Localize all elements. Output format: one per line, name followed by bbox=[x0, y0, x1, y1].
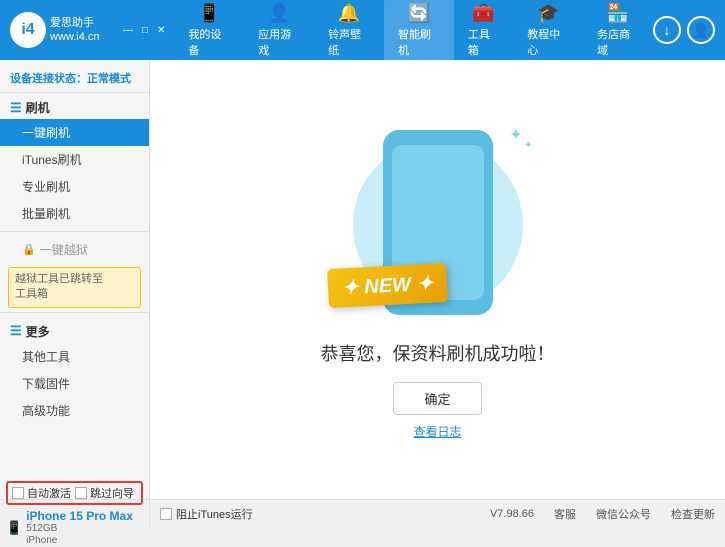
smart-flash-icon: 🔄 bbox=[408, 3, 430, 24]
auto-activate-option[interactable]: 自动激活 bbox=[12, 485, 71, 501]
close-button[interactable]: ✕ bbox=[154, 25, 168, 36]
status-value: 正常模式 bbox=[87, 73, 131, 85]
sidebar-item-one-click[interactable]: 一键刷机 bbox=[0, 119, 149, 146]
divider-1 bbox=[0, 231, 149, 232]
activate-options-box: 自动激活 跳过向导 bbox=[6, 481, 143, 505]
sidebar-item-download-fw[interactable]: 下载固件 bbox=[0, 370, 149, 397]
minimize-button[interactable]: — bbox=[120, 25, 136, 36]
no-itunes-checkbox[interactable] bbox=[160, 508, 172, 520]
sidebar-section-flash: ☰ 刷机 bbox=[0, 93, 149, 119]
more-section-icon: ☰ bbox=[10, 323, 22, 339]
download-button[interactable]: ↓ bbox=[653, 16, 681, 44]
nav-my-device-label: 我的设备 bbox=[188, 26, 230, 58]
more-section-label: 更多 bbox=[26, 323, 50, 340]
sidebar-item-itunes[interactable]: iTunes刷机 bbox=[0, 146, 149, 173]
log-link[interactable]: 查看日志 bbox=[413, 423, 461, 440]
nav-ringtone-label: 铃声壁纸 bbox=[328, 26, 370, 58]
sidebar-item-advanced[interactable]: 高级功能 bbox=[0, 397, 149, 424]
guide-activate-label: 跳过向导 bbox=[90, 485, 134, 501]
maximize-button[interactable]: □ bbox=[139, 25, 151, 36]
nav-apps-games-label: 应用游戏 bbox=[258, 26, 300, 58]
sparkle-small-icon: ✦ bbox=[524, 140, 532, 151]
advanced-label: 高级功能 bbox=[22, 404, 70, 418]
toolbox-icon: 🧰 bbox=[472, 3, 494, 24]
nav-toolbox[interactable]: 🧰 工具箱 bbox=[454, 0, 513, 64]
sidebar-item-jailbreak: 🔒 一键越狱 bbox=[0, 236, 149, 263]
lock-icon: 🔒 bbox=[22, 243, 36, 256]
bottom-right-section: 阻止iTunes运行 V7.98.66 客服 微信公众号 检查更新 bbox=[150, 506, 725, 522]
sidebar-item-pro-flash[interactable]: 专业刷机 bbox=[0, 173, 149, 200]
device-phone-icon: 📱 bbox=[6, 520, 22, 536]
guide-activate-checkbox[interactable] bbox=[75, 487, 87, 499]
nav-apps-games[interactable]: 👤 应用游戏 bbox=[244, 0, 314, 64]
main-layout: 设备连接状态：正常模式 ☰ 刷机 一键刷机 iTunes刷机 专业刷机 批量刷机… bbox=[0, 60, 725, 499]
logo-sub: www.i4.cn bbox=[50, 30, 100, 44]
logo-char: i4 bbox=[21, 21, 34, 39]
device-info: iPhone 15 Pro Max 512GB iPhone bbox=[26, 509, 133, 547]
my-device-icon: 📱 bbox=[198, 3, 220, 24]
logo-name: 爱思助手 bbox=[50, 16, 100, 30]
new-badge: ✦ NEW ✦ bbox=[327, 262, 448, 307]
nav-smart-flash-label: 智能刷机 bbox=[398, 26, 440, 58]
status-label: 设备连接状态： bbox=[10, 73, 87, 85]
version-text: V7.98.66 bbox=[490, 508, 534, 520]
one-click-label: 一键刷机 bbox=[22, 126, 70, 140]
wechat-link[interactable]: 微信公众号 bbox=[596, 506, 651, 522]
header: i4 爱思助手 www.i4.cn — □ ✕ 📱 我的设备 👤 应用游戏 🔔 … bbox=[0, 0, 725, 60]
nav-tutorial[interactable]: 🎓 教程中心 bbox=[513, 0, 583, 64]
flash-section-label: 刷机 bbox=[26, 99, 50, 116]
logo-area: i4 爱思助手 www.i4.cn bbox=[10, 12, 120, 48]
nav-toolbox-label: 工具箱 bbox=[468, 26, 499, 58]
device-name: iPhone 15 Pro Max bbox=[26, 509, 133, 523]
no-itunes-label: 阻止iTunes运行 bbox=[176, 506, 253, 522]
other-tools-label: 其他工具 bbox=[22, 350, 70, 364]
auto-activate-label: 自动激活 bbox=[27, 485, 71, 501]
phone-illustration: ✦ ✦ ✦ NEW ✦ bbox=[328, 120, 548, 330]
guide-activate-option[interactable]: 跳过向导 bbox=[75, 485, 134, 501]
confirm-button[interactable]: 确定 bbox=[393, 382, 481, 415]
tutorial-icon: 🎓 bbox=[537, 3, 559, 24]
notice-box: 越狱工具已跳转至工具箱 bbox=[8, 267, 141, 308]
sidebar-status: 设备连接状态：正常模式 bbox=[0, 64, 149, 93]
apps-games-icon: 👤 bbox=[268, 3, 290, 24]
nav-service-label: 务店商域 bbox=[597, 26, 639, 58]
divider-2 bbox=[0, 312, 149, 313]
no-itunes-option[interactable]: 阻止iTunes运行 bbox=[160, 506, 253, 522]
check-update-link[interactable]: 检查更新 bbox=[671, 506, 715, 522]
sidebar-item-other-tools[interactable]: 其他工具 bbox=[0, 343, 149, 370]
success-text: 恭喜您，保资料刷机成功啦！ bbox=[321, 340, 555, 366]
user-button[interactable]: 👤 bbox=[687, 16, 715, 44]
window-controls: — □ ✕ bbox=[120, 25, 168, 36]
nav-my-device[interactable]: 📱 我的设备 bbox=[174, 0, 244, 64]
nav-bar: 📱 我的设备 👤 应用游戏 🔔 铃声壁纸 🔄 智能刷机 🧰 工具箱 🎓 教程中心… bbox=[174, 0, 653, 64]
customer-service-link[interactable]: 客服 bbox=[554, 506, 576, 522]
nav-tutorial-label: 教程中心 bbox=[527, 26, 569, 58]
service-icon: 🏪 bbox=[607, 3, 629, 24]
device-storage: 512GB bbox=[26, 523, 133, 535]
nav-smart-flash[interactable]: 🔄 智能刷机 bbox=[384, 0, 454, 64]
download-fw-label: 下载固件 bbox=[22, 377, 70, 391]
header-right: ↓ 👤 bbox=[653, 16, 715, 44]
pro-flash-label: 专业刷机 bbox=[22, 180, 70, 194]
bottom-left-section: 自动激活 跳过向导 📱 iPhone 15 Pro Max 512GB iPho… bbox=[0, 500, 150, 527]
nav-ringtone[interactable]: 🔔 铃声壁纸 bbox=[314, 0, 384, 64]
batch-flash-label: 批量刷机 bbox=[22, 207, 70, 221]
auto-activate-checkbox[interactable] bbox=[12, 487, 24, 499]
itunes-label: iTunes刷机 bbox=[22, 153, 82, 167]
bottom-bar: 自动激活 跳过向导 📱 iPhone 15 Pro Max 512GB iPho… bbox=[0, 499, 725, 527]
logo-text: 爱思助手 www.i4.cn bbox=[50, 16, 100, 45]
flash-section-icon: ☰ bbox=[10, 100, 22, 116]
sidebar-section-more: ☰ 更多 bbox=[0, 317, 149, 343]
ringtone-icon: 🔔 bbox=[338, 3, 360, 24]
sidebar-item-batch-flash[interactable]: 批量刷机 bbox=[0, 200, 149, 227]
nav-service[interactable]: 🏪 务店商域 bbox=[583, 0, 653, 64]
sidebar: 设备连接状态：正常模式 ☰ 刷机 一键刷机 iTunes刷机 专业刷机 批量刷机… bbox=[0, 60, 150, 499]
logo-icon: i4 bbox=[10, 12, 46, 48]
notice-text: 越狱工具已跳转至工具箱 bbox=[15, 273, 103, 300]
device-row: 📱 iPhone 15 Pro Max 512GB iPhone bbox=[6, 509, 143, 547]
content-area: ✦ ✦ ✦ NEW ✦ 恭喜您，保资料刷机成功啦！ 确定 查看日志 bbox=[150, 60, 725, 499]
device-type: iPhone bbox=[26, 535, 133, 547]
jailbreak-label: 一键越狱 bbox=[40, 241, 88, 258]
sparkle-icon: ✦ bbox=[509, 125, 522, 145]
